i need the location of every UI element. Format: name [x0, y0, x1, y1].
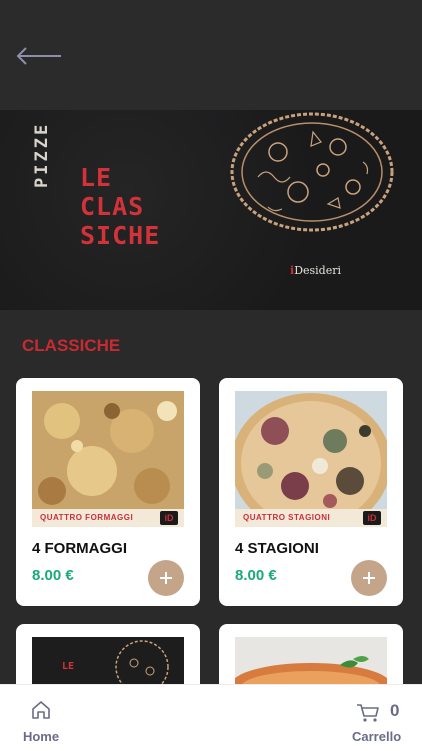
tab-home-label: Home: [22, 729, 60, 744]
banner-title-line: LE: [80, 163, 113, 192]
pizza-photo-4-formaggi: [32, 391, 184, 527]
pizza-illustration: [230, 112, 394, 232]
cart-icon: [357, 704, 379, 722]
product-price: 8.00 €: [32, 567, 74, 584]
tab-cart[interactable]: 0 Carrello: [350, 693, 410, 744]
product-image: QUATTRO STAGIONI iD: [235, 391, 387, 527]
brand-logo-name: Desideri: [294, 264, 342, 277]
home-icon: [32, 701, 50, 719]
product-name: 4 STAGIONI: [235, 540, 319, 557]
pizza-photo: [235, 637, 387, 684]
product-card[interactable]: QUATTRO FORMAGGI iD 4 FORMAGGI 8.00 €: [16, 378, 200, 606]
product-image-tag: QUATTRO FORMAGGI iD: [32, 509, 184, 527]
banner-thumbnail-text: LE: [62, 661, 74, 672]
product-image-tag-text: QUATTRO FORMAGGI: [40, 513, 134, 522]
back-button[interactable]: [14, 42, 64, 70]
banner-title: LE CLAS SICHE: [80, 163, 160, 250]
product-price: 8.00 €: [235, 567, 277, 584]
banner-title-line: CLAS: [80, 192, 145, 221]
section-title: CLASSICHE: [22, 336, 121, 355]
pizza-photo-4-stagioni: [235, 391, 387, 527]
product-image: [235, 637, 387, 684]
product-image-tag-logo: iD: [363, 511, 381, 525]
product-image: LE: [32, 637, 184, 684]
back-arrow-icon: [16, 47, 61, 65]
product-image-tag-logo: iD: [160, 511, 178, 525]
add-to-cart-button[interactable]: [148, 560, 184, 596]
product-image-tag-text: QUATTRO STAGIONI: [243, 513, 331, 522]
product-image: QUATTRO FORMAGGI iD: [32, 391, 184, 527]
banner-title-line: SICHE: [80, 221, 161, 250]
product-card[interactable]: LE: [16, 624, 200, 684]
brand-logo: iDesideri: [290, 264, 341, 277]
banner-vertical-text: PIZZE: [32, 121, 52, 188]
add-to-cart-button[interactable]: [351, 560, 387, 596]
banner-thumbnail: LE: [62, 640, 169, 684]
product-image-tag: QUATTRO STAGIONI iD: [235, 509, 387, 527]
tab-cart-label: Carrello: [352, 729, 402, 744]
tab-home[interactable]: Home: [20, 693, 62, 744]
bottom-tab-bar: Home 0 Carrello: [0, 684, 422, 751]
product-card[interactable]: QUATTRO STAGIONI iD 4 STAGIONI 8.00 €: [219, 378, 403, 606]
product-name: 4 FORMAGGI: [32, 540, 128, 557]
cart-count-badge: 0: [390, 701, 400, 720]
product-card[interactable]: [219, 624, 403, 684]
app-header: [0, 0, 422, 110]
